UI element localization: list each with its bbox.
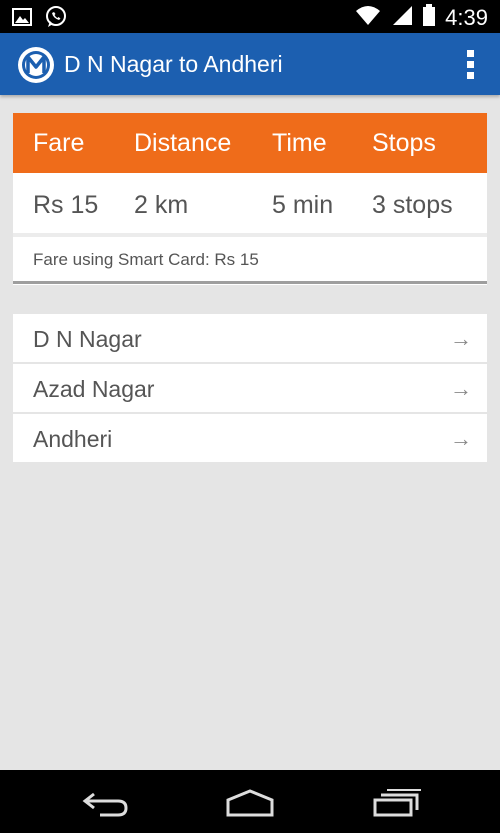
smart-card-fare-text: Fare using Smart Card: Rs 15 (33, 250, 259, 269)
stop-item-azad-nagar[interactable]: Azad Nagar → (13, 364, 487, 414)
page-title: D N Nagar to Andheri (64, 51, 283, 77)
stops-list: D N Nagar → Azad Nagar → Andheri → (13, 314, 487, 462)
fare-summary-card: Fare Distance Time Stops Rs 15 2 km 5 mi… (13, 113, 487, 285)
navigation-bar (0, 770, 500, 833)
summary-values-row: Rs 15 2 km 5 min 3 stops (13, 173, 487, 237)
header-fare: Fare (33, 129, 85, 157)
smart-card-fare-row: Fare using Smart Card: Rs 15 (13, 237, 487, 284)
header-stops: Stops (372, 129, 436, 157)
stop-name: D N Nagar (33, 326, 142, 352)
arrow-right-icon: → (450, 326, 472, 351)
value-stops: 3 stops (372, 191, 453, 219)
action-bar: D N Nagar to Andheri (0, 33, 500, 95)
header-distance: Distance (134, 129, 232, 157)
status-right: 4:39 (355, 4, 488, 31)
header-time: Time (272, 129, 327, 157)
cellular-signal-icon (391, 4, 413, 31)
status-bar: 4:39 (0, 0, 500, 33)
arrow-right-icon: → (450, 426, 472, 451)
value-time: 5 min (272, 191, 334, 219)
metro-logo-icon[interactable] (17, 46, 55, 84)
home-icon[interactable] (225, 788, 275, 818)
stop-name: Andheri (33, 426, 113, 452)
wifi-icon (355, 4, 381, 31)
whatsapp-icon (44, 5, 68, 34)
gallery-icon (12, 8, 32, 31)
value-fare: Rs 15 (33, 191, 99, 219)
stop-item-andheri[interactable]: Andheri → (13, 414, 487, 462)
status-time: 4:39 (445, 4, 488, 30)
status-left (12, 5, 68, 34)
value-distance: 2 km (134, 191, 189, 219)
recent-apps-icon[interactable] (372, 788, 422, 818)
summary-header-row: Fare Distance Time Stops (13, 113, 487, 173)
overflow-menu-icon[interactable] (462, 48, 478, 80)
arrow-right-icon: → (450, 376, 472, 401)
stop-item-dn-nagar[interactable]: D N Nagar → (13, 314, 487, 364)
back-icon[interactable] (80, 788, 130, 818)
battery-icon (423, 4, 436, 31)
stop-name: Azad Nagar (33, 376, 155, 402)
